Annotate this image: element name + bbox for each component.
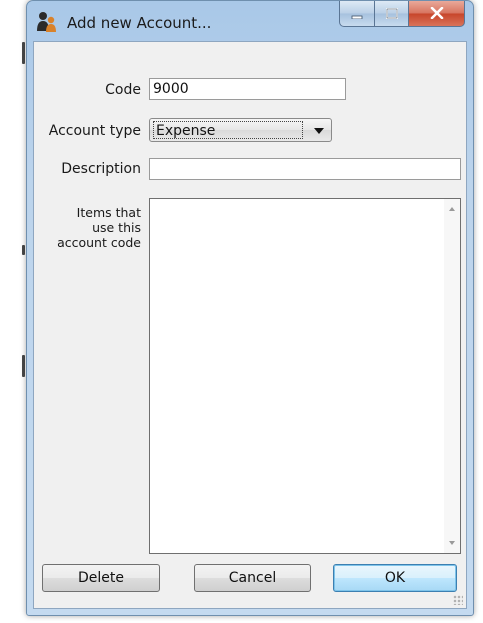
- screenshot: Add new Account... Code 9000 Account typ…: [0, 0, 483, 623]
- items-label: Items that use this account code: [34, 205, 141, 250]
- caption-buttons: [339, 1, 465, 27]
- maximize-icon: [385, 4, 398, 23]
- window-title: Add new Account...: [67, 14, 212, 32]
- items-list[interactable]: [149, 198, 461, 554]
- description-label: Description: [61, 161, 141, 177]
- dialog-body: Code 9000 Account type Expense Descripti…: [33, 41, 467, 609]
- cancel-button[interactable]: Cancel: [194, 564, 311, 592]
- account-type-value: Expense: [153, 121, 303, 139]
- people-icon: [36, 11, 60, 33]
- account-type-label: Account type: [48, 123, 141, 139]
- ok-button[interactable]: OK: [333, 564, 457, 592]
- minimize-button[interactable]: [339, 1, 375, 27]
- title-bar[interactable]: Add new Account...: [27, 1, 473, 41]
- resize-grip[interactable]: [453, 595, 463, 605]
- items-label-line: Items that: [76, 205, 141, 220]
- code-field[interactable]: 9000: [149, 78, 346, 100]
- items-label-line: account code: [57, 235, 141, 250]
- close-icon: [430, 4, 444, 23]
- vertical-scrollbar[interactable]: [444, 199, 460, 553]
- close-button[interactable]: [409, 1, 465, 27]
- add-account-dialog: Add new Account... Code 9000 Account typ…: [26, 0, 474, 616]
- scroll-up-icon[interactable]: [449, 207, 455, 211]
- delete-button[interactable]: Delete: [42, 564, 160, 592]
- items-label-line: use this: [92, 220, 141, 235]
- minimize-icon: [351, 4, 363, 23]
- description-field[interactable]: [149, 158, 461, 180]
- chevron-down-icon: [314, 128, 324, 134]
- maximize-button[interactable]: [375, 1, 409, 27]
- scroll-down-icon[interactable]: [449, 541, 455, 545]
- code-label: Code: [105, 82, 141, 98]
- account-type-select[interactable]: Expense: [149, 118, 332, 142]
